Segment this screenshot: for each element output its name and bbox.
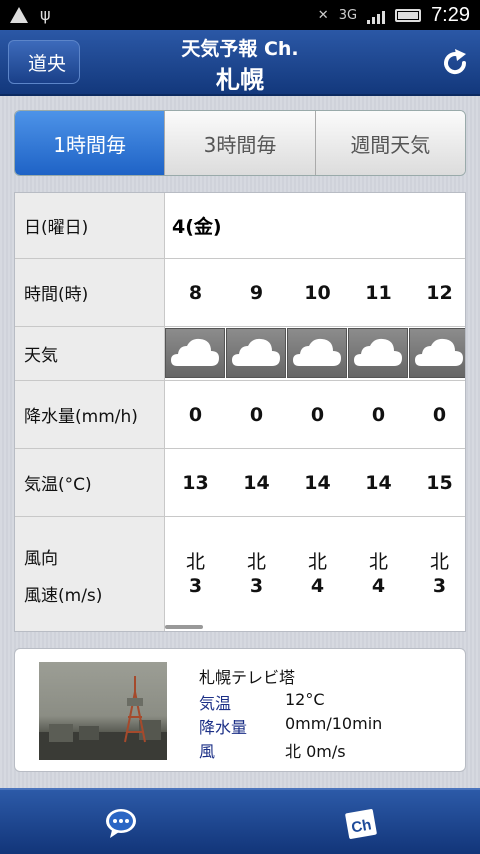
cloud-icon: [226, 328, 286, 378]
wind-speed: 4: [371, 575, 386, 597]
live-camera-image[interactable]: [39, 662, 167, 760]
wind-direction: 北: [307, 551, 327, 574]
hour-cell: 8: [188, 281, 203, 304]
forecast-table[interactable]: 日(曜日) 4(金) 時間(時) 8 9 10 11 12 天気 降水量(mm/…: [14, 192, 466, 632]
wind-cell: 北4: [287, 517, 348, 631]
precip-cell: 0: [249, 403, 264, 426]
wind-cell: 北3: [409, 517, 465, 631]
wind-cell: 北4: [348, 517, 409, 631]
clock: 7:29: [431, 4, 470, 26]
camera-wind-key: 風: [199, 742, 216, 761]
date-label: 日(曜日): [15, 193, 165, 258]
app-subtitle: 天気予報 Ch.: [181, 38, 299, 60]
camera-location: 札幌テレビ塔: [199, 668, 296, 687]
temp-row: 気温(°C) 13 14 14 14 15: [15, 449, 465, 517]
wind-cell: 北3: [226, 517, 287, 631]
hour-cell: 12: [426, 281, 453, 304]
bottom-bar: Ch: [0, 788, 480, 854]
weather-label: 天気: [15, 327, 165, 380]
wind-direction: 北: [368, 551, 388, 574]
wind-direction-label: 風向: [24, 549, 58, 569]
channel-icon[interactable]: Ch: [343, 806, 379, 842]
cloud-icon: [287, 328, 347, 378]
precip-cell: 0: [432, 403, 447, 426]
precip-cell: 0: [371, 403, 386, 426]
interval-tabs: 1時間毎 3時間毎 週間天気: [14, 110, 466, 176]
weather-row: 天気: [15, 327, 465, 381]
hour-cell: 10: [304, 281, 331, 304]
wind-speed: 3: [188, 575, 203, 597]
hour-cell: 11: [365, 281, 392, 304]
camera-wind-row: 風 北 0m/s: [199, 738, 346, 762]
wind-direction: 北: [429, 551, 449, 574]
temp-cell: 14: [304, 471, 331, 494]
content-area: 1時間毎 3時間毎 週間天気 日(曜日) 4(金) 時間(時) 8 9 10 1…: [0, 96, 480, 788]
camera-precip-row: 降水量 0mm/10min: [199, 714, 382, 738]
time-row: 時間(時) 8 9 10 11 12: [15, 259, 465, 327]
tab-3-hourly[interactable]: 3時間毎: [165, 111, 316, 175]
time-label: 時間(時): [15, 259, 165, 326]
wind-cell: 北3: [165, 517, 226, 631]
wind-direction: 北: [185, 551, 205, 574]
battery-icon: [395, 9, 422, 22]
cloud-icon: [165, 328, 225, 378]
wind-speed: 4: [310, 575, 325, 597]
temp-cell: 13: [182, 471, 209, 494]
tab-hourly[interactable]: 1時間毎: [15, 111, 166, 175]
chat-icon[interactable]: [104, 806, 138, 840]
wind-speed: 3: [432, 575, 447, 597]
wind-row: 風向 風速(m/s) 北3 北3 北4 北4 北3: [15, 517, 465, 631]
status-bar: ψ ✕ 3G 7:29: [0, 0, 480, 30]
hour-cell: 9: [249, 281, 264, 304]
wind-label: 風向 風速(m/s): [15, 517, 165, 631]
temp-cell: 14: [243, 471, 270, 494]
camera-precip-value: 0mm/10min: [285, 714, 383, 733]
wind-direction: 北: [246, 551, 266, 574]
title-bar: 道央 天気予報 Ch. 札幌: [0, 30, 480, 96]
network-type: 3G: [338, 8, 358, 23]
cloud-icon: [348, 328, 408, 378]
channel-icon-label: Ch: [350, 816, 373, 836]
signal-icon: [367, 8, 386, 24]
precip-label: 降水量(mm/h): [15, 381, 165, 448]
temp-cell: 15: [426, 471, 453, 494]
precip-cell: 0: [310, 403, 325, 426]
horizontal-scrollbar[interactable]: [165, 625, 203, 629]
temp-label: 気温(°C): [15, 449, 165, 516]
page-title: 札幌: [216, 66, 264, 94]
temp-cell: 14: [365, 471, 392, 494]
refresh-icon[interactable]: [440, 48, 470, 78]
camera-temp-key: 気温: [199, 694, 232, 713]
camera-precip-key: 降水量: [199, 718, 248, 737]
precip-row: 降水量(mm/h) 0 0 0 0 0: [15, 381, 465, 449]
date-value: 4(金): [172, 216, 222, 238]
wind-speed-label: 風速(m/s): [24, 586, 103, 606]
tab-weekly[interactable]: 週間天気: [315, 111, 465, 175]
mute-icon: ✕: [317, 8, 329, 23]
camera-temp-row: 気温 12°C: [199, 690, 325, 714]
camera-temp-value: 12°C: [285, 690, 325, 709]
live-camera-card[interactable]: 札幌テレビ塔 気温 12°C 降水量 0mm/10min 風 北 0m/s: [14, 648, 466, 772]
wind-speed: 3: [249, 575, 264, 597]
camera-wind-value: 北 0m/s: [285, 742, 346, 761]
date-row: 日(曜日) 4(金): [15, 193, 465, 259]
cloud-icon: [409, 328, 465, 378]
usb-icon: ψ: [40, 5, 51, 24]
warning-icon: [10, 6, 28, 23]
precip-cell: 0: [188, 403, 203, 426]
